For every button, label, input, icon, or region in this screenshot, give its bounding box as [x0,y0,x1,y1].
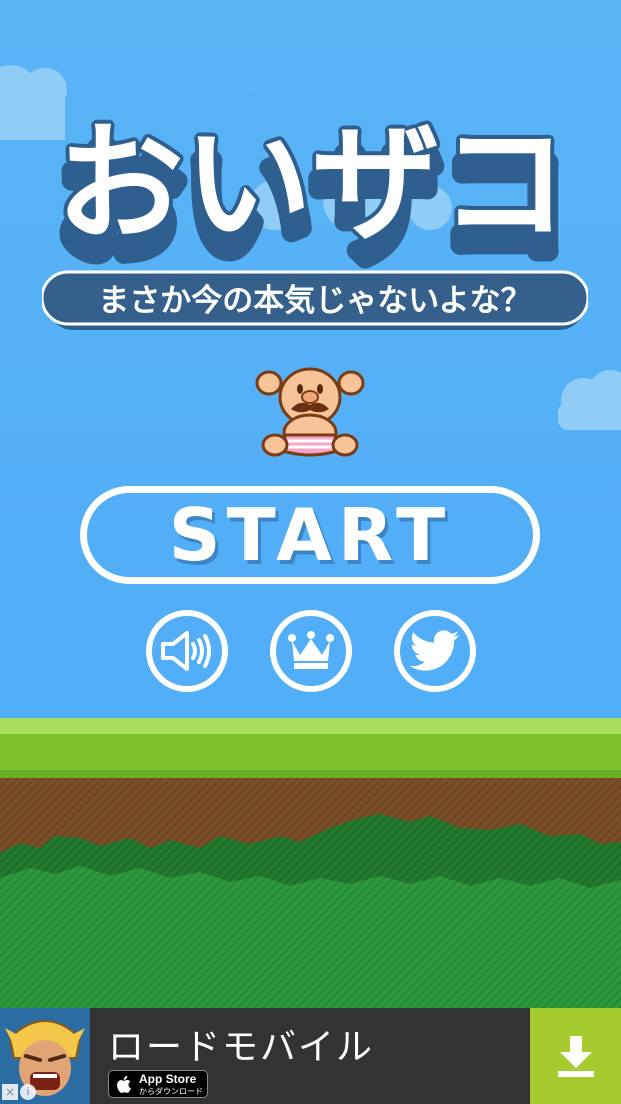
ad-close-button[interactable]: × [2,1084,18,1100]
game-title-logo: おいザコ おいザコ [48,110,576,270]
twitter-share-button[interactable] [394,610,476,692]
game-subtitle: まさか今の本気じゃないよな？ [98,283,531,319]
ad-info-button[interactable]: i [20,1084,36,1100]
app-store-name: App Store [139,1072,197,1086]
ad-download-button[interactable] [530,1008,621,1104]
ranking-button[interactable] [270,610,352,692]
start-button-label: START [168,493,452,577]
ad-banner[interactable]: ロードモバイル App Store からダウンロード [0,1008,621,1104]
cloud-right [558,370,621,430]
apple-logo-icon [117,1075,131,1093]
game-title-text: おいザコ [56,110,568,259]
app-store-badge[interactable]: App Store からダウンロード [108,1070,208,1098]
sound-toggle-button[interactable] [146,610,228,692]
crown-icon [288,631,334,669]
game-title-screen: おいザコ おいザコ まさか今の本気じゃないよな？ START ロードモバイル A… [0,0,621,1104]
download-arrow-icon [557,1036,594,1077]
twitter-bird-icon [410,630,460,671]
mascot-character [255,367,365,457]
ad-title[interactable]: ロードモバイル [108,1018,374,1070]
start-button[interactable]: START [80,486,540,584]
ground-terrain [0,718,621,1008]
subtitle-plate: まさか今の本気じゃないよな？ [42,270,588,330]
speaker-icon [161,631,211,671]
app-store-subtext: からダウンロード [139,1087,203,1096]
